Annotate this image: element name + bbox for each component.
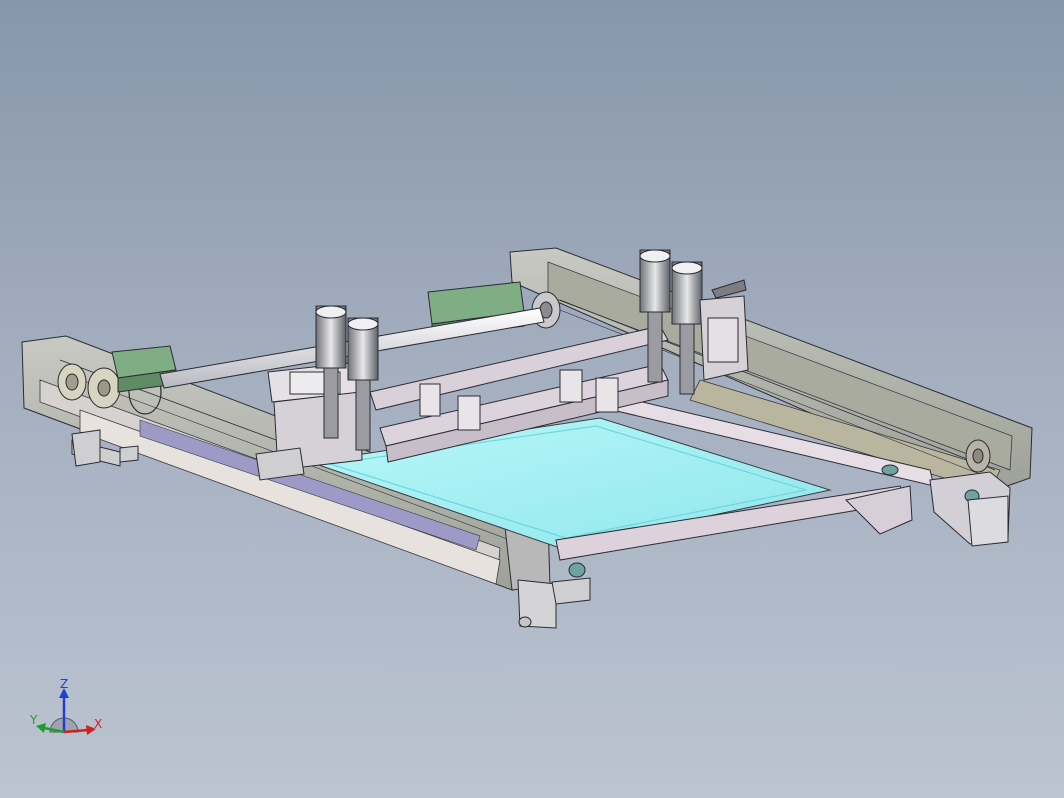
y-axis-label: Y <box>30 713 38 727</box>
coordinate-triad-icon: Z Y X <box>30 677 102 735</box>
x-axis-label: X <box>94 717 102 731</box>
screen-printer-assembly-model[interactable] <box>0 0 1064 798</box>
cad-viewport[interactable]: Z Y X <box>0 0 1064 798</box>
z-axis-label: Z <box>60 677 68 691</box>
leg-front <box>551 577 591 605</box>
leg-right <box>967 495 1009 547</box>
right-carriage <box>699 279 749 381</box>
